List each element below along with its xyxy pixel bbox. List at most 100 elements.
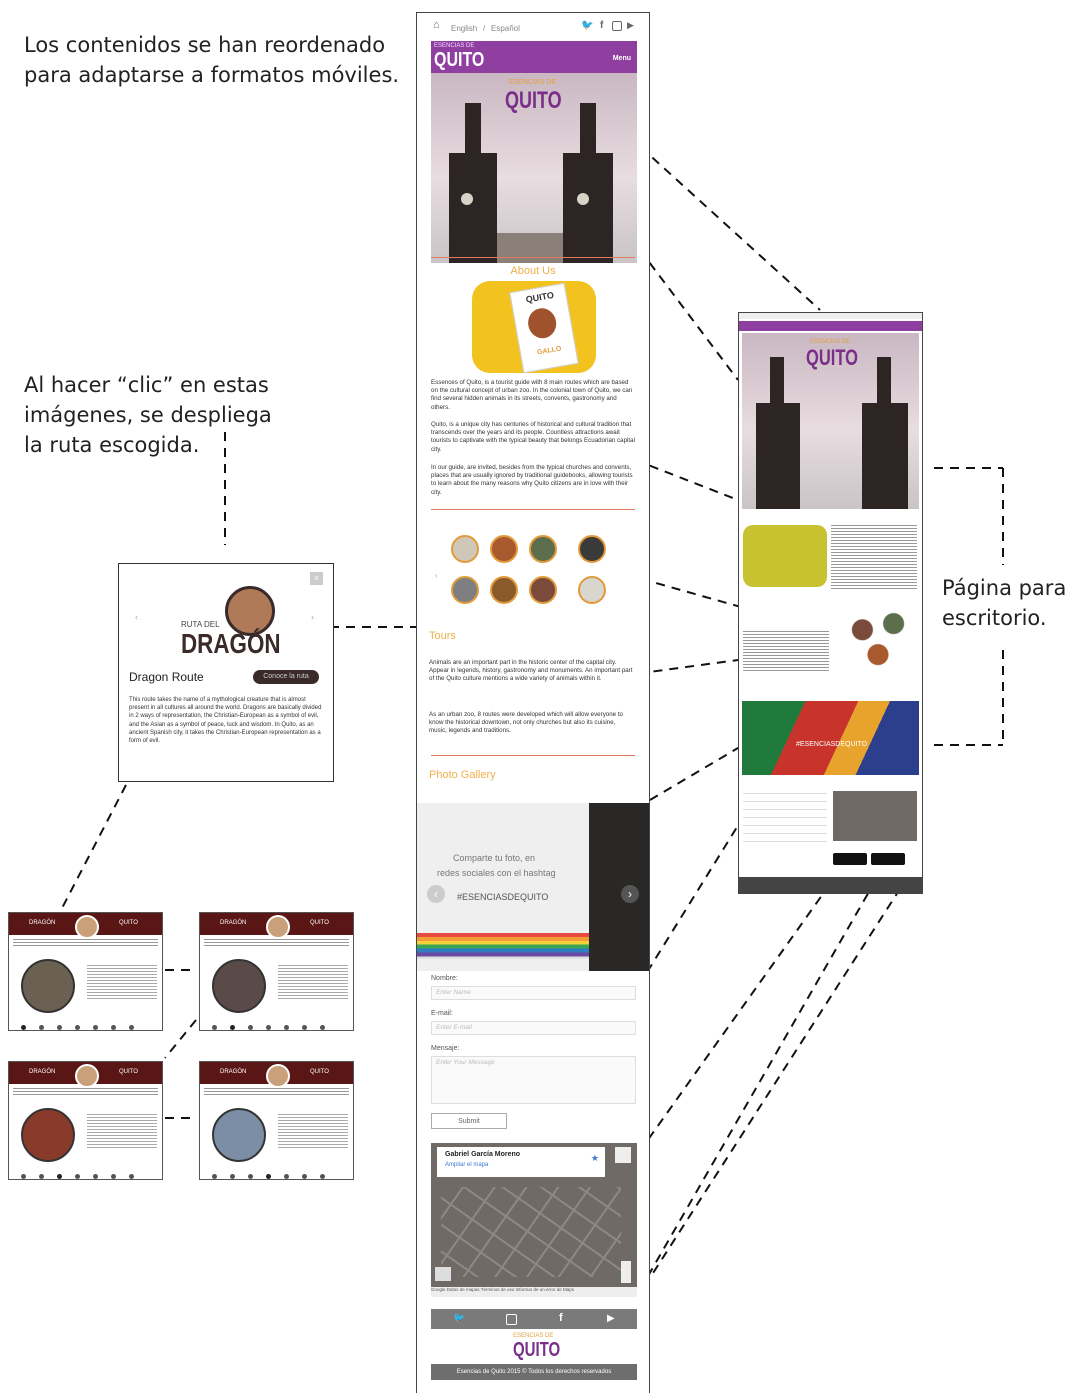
route-step-card[interactable]: DRAGÓN QUITO (8, 912, 163, 1031)
instagram-icon[interactable] (612, 21, 622, 31)
card-header: DRAGÓN QUITO (200, 913, 353, 939)
social-bar: 🐦 f ▶ (431, 1309, 637, 1329)
cathedral-image: ESENCIAS DE QUITO (431, 73, 637, 263)
header-logo[interactable]: QUITO (434, 49, 484, 72)
tower-right (862, 403, 908, 509)
carousel-prev-icon[interactable]: ‹ (435, 571, 438, 580)
name-input[interactable]: Enter Name (431, 986, 636, 1000)
submit-button[interactable]: Submit (431, 1113, 507, 1129)
map-expand-icon[interactable] (615, 1147, 631, 1163)
home-icon[interactable]: ⌂ (433, 19, 440, 31)
gallery-hashtag: #ESENCIASDEQUITO (457, 892, 549, 902)
email-input[interactable]: Enter E-mail (431, 1021, 636, 1035)
card-title-right: QUITO (310, 1069, 329, 1075)
card-pagination[interactable] (212, 1166, 353, 1179)
book-cover: QUITO GALLO (509, 282, 579, 373)
twitter-icon[interactable]: 🐦 (581, 20, 593, 31)
tour-circle-lizard[interactable] (451, 576, 479, 604)
gallery-title: Photo Gallery (429, 769, 496, 781)
gallery-text-line: redes sociales con el hashtag (437, 868, 556, 878)
card-emblem (75, 1064, 99, 1088)
lang-english-link[interactable]: English (451, 24, 477, 33)
about-title: About Us (510, 265, 556, 277)
tour-circle-lion[interactable] (490, 576, 518, 604)
twitter-icon[interactable]: 🐦 (453, 1313, 465, 1324)
map-thumbnail[interactable] (435, 1267, 451, 1281)
gallery-prev-button[interactable]: ‹ (427, 885, 445, 903)
popup-next-icon[interactable]: › (311, 612, 314, 622)
city-background (497, 233, 563, 263)
book-label: GALLO (536, 345, 562, 357)
hero-logo: QUITO (505, 87, 562, 114)
map-enlarge-link[interactable]: Ampliar el mapa (445, 1162, 488, 1168)
desktop-nav-bar (739, 321, 922, 331)
tower-left (756, 403, 800, 509)
tour-circle-condor[interactable] (578, 535, 606, 563)
about-paragraph-3: In our guide, are invited, besides from … (431, 464, 633, 496)
route-step-card[interactable]: DRAGÓN QUITO (8, 1061, 163, 1180)
lang-spanish-link[interactable]: Español (491, 24, 520, 33)
tour-circle-bull[interactable] (529, 535, 557, 563)
facebook-icon[interactable]: f (559, 1312, 563, 1324)
card-text-lines (204, 1088, 349, 1096)
gallery-slider: Comparte tu foto, en redes sociales con … (417, 803, 649, 971)
gallery-photo (589, 803, 649, 971)
divider (431, 509, 635, 510)
message-input[interactable]: Enter Your Message (431, 1056, 636, 1104)
route-description: This route takes the name of a mythologi… (129, 697, 322, 745)
divider (431, 755, 635, 756)
youtube-icon[interactable]: ▶ (607, 1313, 615, 1324)
gallery-next-button[interactable]: › (621, 885, 639, 903)
card-emblem (266, 1064, 290, 1088)
card-pagination[interactable] (212, 1017, 353, 1030)
card-pagination[interactable] (21, 1166, 162, 1179)
youtube-icon[interactable]: ▶ (627, 20, 634, 31)
name-label: Nombre: (431, 975, 458, 982)
tour-circle-dragon[interactable] (529, 576, 557, 604)
map-embed[interactable]: Gabriel García Moreno Ampliar el mapa ★ … (431, 1143, 637, 1297)
card-title-left: DRAGÓN (220, 1069, 247, 1075)
instagram-icon[interactable] (506, 1314, 517, 1325)
google-play-badge[interactable] (871, 853, 905, 865)
tour-circle-rooster[interactable] (490, 535, 518, 563)
popup-prev-icon[interactable]: ‹ (135, 612, 138, 622)
card-emblem (266, 915, 290, 939)
card-step-text (278, 965, 348, 1001)
message-label: Mensaje: (431, 1045, 460, 1052)
desktop-tours-circles[interactable] (839, 605, 917, 667)
app-store-badge[interactable] (833, 853, 867, 865)
card-text-lines (13, 1088, 158, 1096)
discover-route-button[interactable]: Conoce la ruta (253, 670, 319, 684)
email-label: E-mail: (431, 1010, 453, 1017)
card-step-text (87, 965, 157, 1001)
route-step-card[interactable]: DRAGÓN QUITO (199, 912, 354, 1031)
card-pagination[interactable] (21, 1017, 162, 1030)
map-info-card: Gabriel García Moreno Ampliar el mapa ★ (437, 1147, 605, 1177)
about-image: QUITO GALLO (472, 281, 596, 373)
about-paragraph-2: Quito, is a unique city has centuries of… (431, 421, 635, 453)
spire-right (580, 103, 596, 158)
close-icon[interactable]: × (310, 572, 323, 585)
card-step-text (278, 1114, 348, 1150)
route-step-card[interactable]: DRAGÓN QUITO (199, 1061, 354, 1180)
card-emblem (75, 915, 99, 939)
star-icon[interactable]: ★ (591, 1153, 599, 1164)
clock-right (577, 193, 589, 205)
menu-button[interactable]: Menu (613, 55, 631, 62)
card-header: DRAGÓN QUITO (9, 1062, 162, 1088)
tour-circle-horse[interactable] (451, 535, 479, 563)
spire-right (877, 357, 891, 407)
desktop-map[interactable] (833, 791, 917, 841)
mobile-page: ⌂ English / Español 🐦 f ▶ ESENCIAS DE QU… (416, 12, 650, 1393)
desktop-page: ESENCIAS DE QUITO #ESENCIASDEQUITO (738, 312, 923, 894)
lang-separator: / (483, 24, 486, 33)
facebook-icon[interactable]: f (600, 20, 603, 31)
rooster-drawing (525, 306, 559, 341)
mobile-hero: ESENCIAS DE QUITO Menu ESENCIAS DE QUITO (431, 41, 637, 263)
map-zoom-control[interactable] (621, 1261, 631, 1283)
card-title-left: DRAGÓN (29, 1069, 56, 1075)
tower-left (449, 153, 497, 263)
tour-circle-llama[interactable] (578, 576, 606, 604)
desktop-tours-text (743, 631, 829, 671)
desktop-about-image (743, 525, 827, 587)
